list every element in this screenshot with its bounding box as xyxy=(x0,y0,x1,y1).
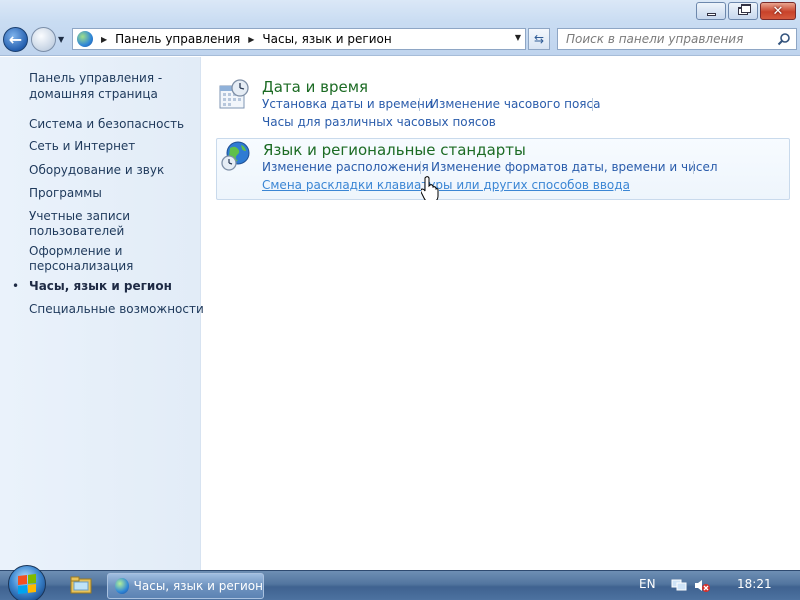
sidebar-item-system-security[interactable]: Система и безопасность xyxy=(29,117,184,132)
sidebar-item-home-cont[interactable]: домашняя страница xyxy=(29,87,158,102)
globe-clock-icon xyxy=(221,141,250,171)
task-set-date-time[interactable]: Установка даты и времени xyxy=(262,97,433,111)
volume-muted-icon[interactable] xyxy=(694,578,710,593)
task-change-time-zone[interactable]: Изменение часового пояса xyxy=(430,97,600,111)
task-change-keyboards[interactable]: Смена раскладки клавиатуры или других сп… xyxy=(262,178,630,192)
category-date-time: Дата и время Установка даты и времени Из… xyxy=(216,76,790,132)
sidebar-item-appearance[interactable]: Оформление и xyxy=(29,244,122,259)
back-button[interactable]: ← xyxy=(3,27,28,52)
taskbar: Часы, язык и регион EN 18:21 xyxy=(0,565,800,600)
close-button[interactable]: ✕ xyxy=(760,2,796,20)
network-icon[interactable] xyxy=(671,578,687,592)
sidebar-item-clock-language-region: Часы, язык и регион xyxy=(29,279,172,293)
sidebar-item-user-accounts[interactable]: Учетные записи xyxy=(29,209,130,224)
search-box[interactable] xyxy=(557,28,797,50)
clock[interactable]: 18:21 xyxy=(737,577,772,591)
search-icon[interactable] xyxy=(777,32,791,46)
task-separator xyxy=(693,161,694,174)
chevron-right-icon[interactable]: ▶ xyxy=(248,35,254,44)
task-change-formats[interactable]: Изменение форматов даты, времени и чисел xyxy=(431,160,718,174)
task-separator xyxy=(420,161,421,174)
start-button[interactable] xyxy=(8,565,46,600)
minimize-button[interactable] xyxy=(696,2,726,20)
sidebar-item-user-accounts-cont[interactable]: пользователей xyxy=(29,224,124,239)
folder-icon[interactable] xyxy=(70,576,92,594)
control-panel-icon xyxy=(115,578,129,594)
task-clocks-time-zones[interactable]: Часы для различных часовых поясов xyxy=(262,115,496,129)
search-input[interactable] xyxy=(566,32,766,46)
task-change-location[interactable]: Изменение расположения xyxy=(262,160,429,174)
task-separator xyxy=(592,98,593,111)
breadcrumb-control-panel[interactable]: Панель управления xyxy=(115,32,240,46)
chevron-right-icon[interactable]: ▶ xyxy=(101,35,107,44)
sidebar-item-appearance-cont[interactable]: персонализация xyxy=(29,259,133,274)
sidebar-item-home[interactable]: Панель управления - xyxy=(29,71,162,86)
calendar-clock-icon xyxy=(219,79,249,109)
restore-icon xyxy=(738,4,751,15)
left-navigation-pane: Панель управления - домашняя страница Си… xyxy=(0,57,204,570)
category-region-language[interactable]: Язык и региональные стандарты Изменение … xyxy=(216,138,790,200)
close-icon: ✕ xyxy=(772,3,784,19)
address-dropdown-icon[interactable]: ▼ xyxy=(515,33,521,42)
language-indicator[interactable]: EN xyxy=(639,577,656,591)
sidebar-item-ease-of-access[interactable]: Специальные возможности xyxy=(29,302,204,317)
taskbar-window-button[interactable]: Часы, язык и регион xyxy=(107,573,264,599)
address-bar[interactable]: ▶ Панель управления ▶ Часы, язык и регио… xyxy=(72,28,526,50)
minimize-icon xyxy=(706,12,716,16)
refresh-button[interactable]: ⇆ xyxy=(528,28,550,50)
sidebar-item-programs[interactable]: Программы xyxy=(29,186,102,201)
forward-button[interactable] xyxy=(31,27,56,52)
restore-button[interactable] xyxy=(728,2,758,20)
breadcrumb-clock-language-region[interactable]: Часы, язык и регион xyxy=(262,32,391,46)
active-item-bullet: • xyxy=(12,279,20,293)
hand-cursor-icon xyxy=(421,176,439,200)
category-title-region-language[interactable]: Язык и региональные стандарты xyxy=(263,141,526,159)
back-arrow-icon: ← xyxy=(8,30,23,49)
sidebar-item-hardware-sound[interactable]: Оборудование и звук xyxy=(29,163,164,178)
refresh-icon: ⇆ xyxy=(533,32,545,46)
task-separator xyxy=(419,98,420,111)
sidebar-item-network[interactable]: Сеть и Интернет xyxy=(29,139,135,154)
window-controls: ✕ xyxy=(696,2,796,20)
category-title-date-time[interactable]: Дата и время xyxy=(262,78,368,96)
windows-logo-icon xyxy=(18,574,36,594)
window-chrome: ✕ ← ▼ ▶ Панель управления ▶ Часы, язык и… xyxy=(0,0,800,56)
control-panel-icon xyxy=(77,31,93,47)
taskbar-window-label: Часы, язык и регион xyxy=(133,579,263,593)
recent-pages-dropdown[interactable]: ▼ xyxy=(58,35,64,44)
